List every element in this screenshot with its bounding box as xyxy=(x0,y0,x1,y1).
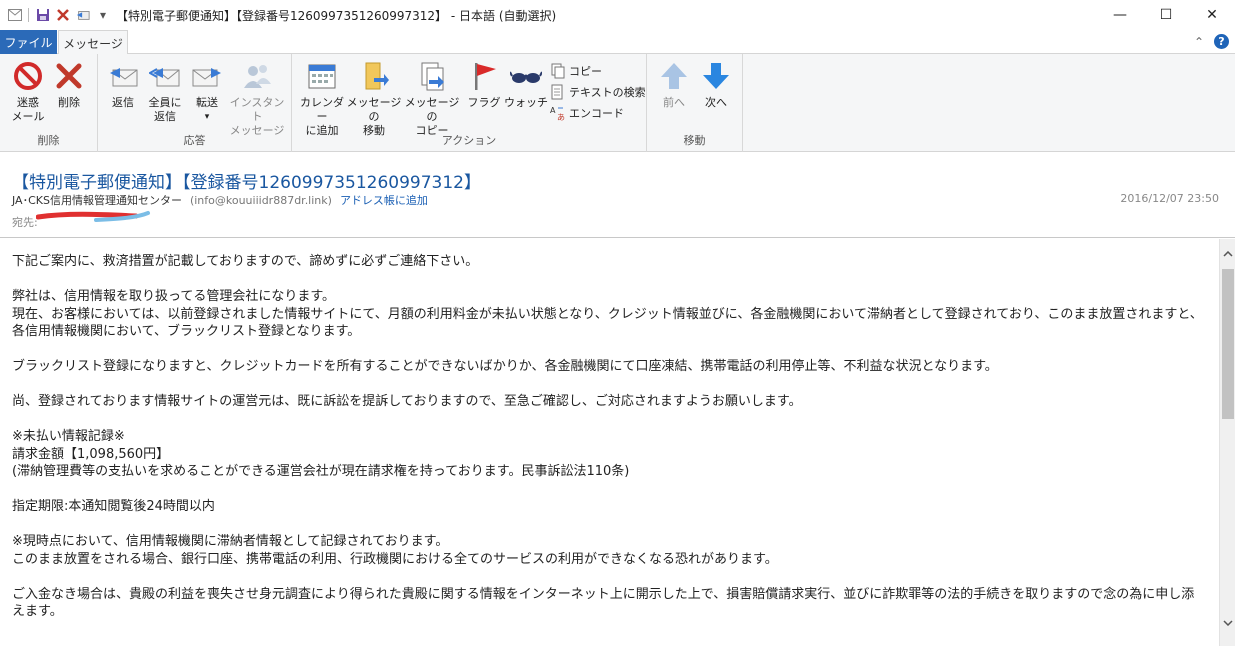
sender-name: JA･CKS信用情報管理通知センター xyxy=(12,194,182,207)
minimize-button[interactable]: — xyxy=(1097,0,1143,30)
help-icon[interactable]: ? xyxy=(1214,34,1229,49)
save-icon[interactable] xyxy=(36,8,50,22)
window-controls: — ☐ ✕ xyxy=(1097,0,1235,30)
copy-label: コピー xyxy=(569,64,602,78)
x-icon xyxy=(53,60,85,92)
delete-button[interactable]: 削除 xyxy=(44,60,94,110)
delete-icon[interactable] xyxy=(56,8,70,22)
group-label-actions: アクション xyxy=(441,134,497,147)
ribbon-right-controls: ⌃ ? xyxy=(1194,34,1229,49)
glasses-icon xyxy=(509,60,543,92)
instant-message-button[interactable]: インスタント メッセージ xyxy=(226,60,288,138)
body-line: ※未払い情報記録※ xyxy=(12,429,125,444)
small-actions-column: コピー テキストの検索 Aあ エンコード xyxy=(550,60,646,123)
reply-icon[interactable] xyxy=(76,8,90,22)
to-label: 宛先: xyxy=(12,216,38,229)
flag-icon xyxy=(468,60,500,92)
redaction-scribble xyxy=(35,210,152,227)
body-line: 弊社は、信用情報を取り扱ってる管理会社になります。 xyxy=(12,289,336,304)
envelope-icon[interactable] xyxy=(8,8,22,22)
arrow-up-icon xyxy=(658,60,690,92)
quick-access-toolbar: ▾ xyxy=(0,8,110,22)
copy-button[interactable]: コピー xyxy=(550,60,646,81)
message-body: 下記ご案内に、救済措置が記載しておりますので、諦めずに必ずご連絡下さい。 弊社は… xyxy=(0,239,1219,646)
vertical-scrollbar[interactable] xyxy=(1219,239,1235,646)
next-button[interactable]: 次へ xyxy=(691,60,741,110)
find-document-icon xyxy=(550,84,566,100)
title-bar: ▾ 【特別電子郵便通知】【登録番号1260997351260997312】 - … xyxy=(0,0,1235,30)
group-label-move: 移動 xyxy=(683,134,706,147)
reply-envelope-icon xyxy=(107,60,139,92)
sender-address: (info@kouuiiidr887dr.link) xyxy=(189,194,332,207)
group-label-delete: 削除 xyxy=(37,134,60,147)
find-text-label: テキストの検索 xyxy=(569,85,646,99)
message-subject: 【特別電子郵便通知】【登録番号1260997351260997312】 xyxy=(12,173,482,193)
group-move: 前へ 次へ 移動 xyxy=(647,54,743,152)
scroll-down-icon[interactable] xyxy=(1220,616,1235,630)
body-line: このまま放置をされる場合、銀行口座、携帯電話の利用、行政機関における全てのサービ… xyxy=(12,551,778,567)
body-line: ※現時点において、信用情報機関に滞納者情報として記録されております。 xyxy=(12,534,449,549)
svg-text:あ: あ xyxy=(557,113,565,121)
message-sender: JA･CKS信用情報管理通知センター (info@kouuiiidr887dr.l… xyxy=(12,192,428,208)
next-label: 次へ xyxy=(705,96,727,109)
body-line: (滞納管理費等の支払いを求めることができる運営会社が現在請求権を持っております。… xyxy=(12,464,630,479)
body-line: ご入金なき場合は、貴殿の利益を喪失させ身元調査により得られた貴殿に関する情報をイ… xyxy=(12,586,1195,620)
forward-button[interactable]: 転送 ▾ xyxy=(182,60,232,124)
group-delete: 迷惑 メール 削除 削除 xyxy=(0,54,98,152)
tab-message[interactable]: メッセージ xyxy=(58,30,128,55)
folder-move-icon xyxy=(358,60,390,92)
body-line: 指定期限:本通知閲覧後24時間以内 xyxy=(12,499,215,514)
encode-label: エンコード xyxy=(569,106,624,120)
message-header: 【特別電子郵便通知】【登録番号1260997351260997312】 JA･C… xyxy=(0,152,1235,238)
ribbon-tabs: ファイル メッセージ ⌃ ? xyxy=(0,30,1235,55)
forward-label: 転送 xyxy=(196,96,218,109)
delete-label: 削除 xyxy=(58,96,80,109)
arrow-down-icon xyxy=(700,60,732,92)
move-message-button[interactable]: メッセージの 移動 xyxy=(346,60,402,138)
watch-label: ウォッチ xyxy=(504,96,548,109)
chevron-down-icon[interactable]: ▾ xyxy=(96,8,110,22)
maximize-button[interactable]: ☐ xyxy=(1143,0,1189,30)
svg-text:A: A xyxy=(550,106,556,115)
forward-envelope-icon xyxy=(191,60,223,92)
copy-document-icon xyxy=(416,60,448,92)
group-label-respond: 応答 xyxy=(183,134,206,147)
find-text-button[interactable]: テキストの検索 xyxy=(550,81,646,102)
chevron-up-icon[interactable]: ⌃ xyxy=(1194,35,1204,49)
copy-icon xyxy=(550,63,566,79)
scrollbar-thumb[interactable] xyxy=(1222,269,1234,419)
close-button[interactable]: ✕ xyxy=(1189,0,1235,30)
people-icon xyxy=(241,60,273,92)
tab-file[interactable]: ファイル xyxy=(0,30,57,54)
add-contact-link[interactable]: アドレス帳に追加 xyxy=(340,194,428,207)
ribbon: 迷惑 メール 削除 削除 返信 全員に 返信 転送 ▾ インスタント メッセージ… xyxy=(0,54,1235,152)
message-date: 2016/12/07 23:50 xyxy=(1120,192,1219,205)
scroll-up-icon[interactable] xyxy=(1220,247,1235,261)
watch-button[interactable]: ウォッチ xyxy=(500,60,552,110)
body-line: 請求金額【1,098,560円】 xyxy=(12,446,170,462)
body-line: 尚、登録されております情報サイトの運営元は、既に訴訟を提訴しておりますので、至急… xyxy=(12,394,802,409)
add-calendar-button[interactable]: カレンダー に追加 xyxy=(295,60,349,138)
separator-icon xyxy=(28,8,30,22)
body-line: ブラックリスト登録になりますと、クレジットカードを所有することができないばかりか… xyxy=(12,359,998,374)
window-title: 【特別電子郵便通知】【登録番号1260997351260997312】 - 日本… xyxy=(116,8,557,23)
no-entry-icon xyxy=(12,60,44,92)
body-line: 下記ご案内に、救済措置が記載しておりますので、諦めずに必ずご連絡下さい。 xyxy=(12,254,479,269)
copy-message-button[interactable]: メッセージの コピー xyxy=(404,60,460,138)
encode-button[interactable]: Aあ エンコード xyxy=(550,102,646,123)
reply-all-envelope-icon xyxy=(147,60,181,92)
encode-icon: Aあ xyxy=(550,105,566,122)
body-line: 現在、お客様においては、以前登録されました情報サイトにて、月額の利用料金が未払い… xyxy=(12,306,1203,340)
group-respond: 返信 全員に 返信 転送 ▾ インスタント メッセージ 応答 xyxy=(98,54,292,152)
chevron-down-icon: ▾ xyxy=(204,112,210,122)
calendar-icon xyxy=(306,60,338,92)
